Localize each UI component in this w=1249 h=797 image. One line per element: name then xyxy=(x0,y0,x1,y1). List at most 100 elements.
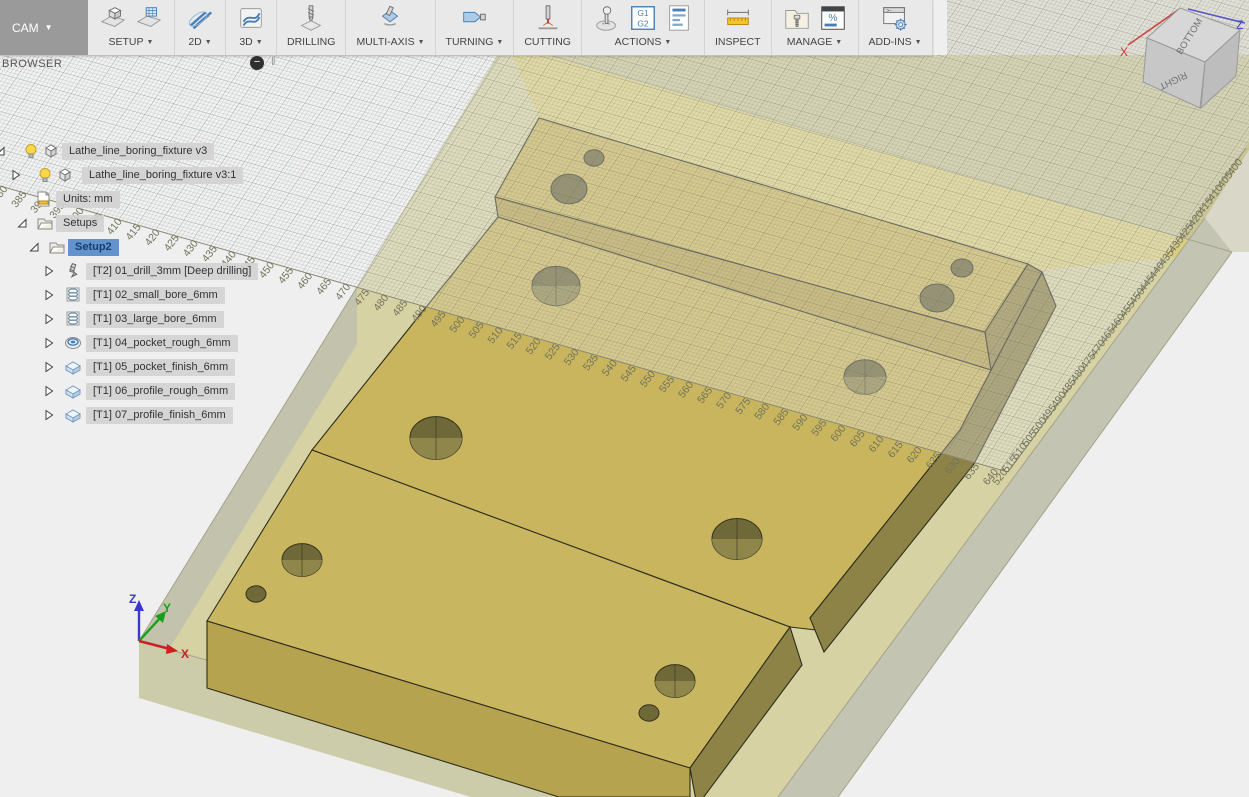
chevron-down-icon: ▼ xyxy=(496,39,503,46)
tree-row-8[interactable]: [T1] 03_large_bore_6mm xyxy=(0,309,57,329)
tree-row-1[interactable]: Lathe_line_boring_fixture v3 xyxy=(0,141,8,161)
chevron-down-icon: ▼ xyxy=(835,39,842,46)
svg-text:G1: G1 xyxy=(637,8,649,18)
tree-row-icons xyxy=(64,310,84,328)
tree-row-label: Lathe_line_boring_fixture v3 xyxy=(62,143,214,160)
drillop-icon xyxy=(64,262,82,280)
tree-row-icons xyxy=(64,382,84,400)
toolbar-icons xyxy=(98,2,164,34)
part-hole xyxy=(655,665,695,698)
tree-row-label: [T1] 02_small_bore_6mm xyxy=(86,287,225,304)
component-icon xyxy=(42,142,60,160)
tree-row-label: [T2] 01_drill_3mm [Deep drilling] xyxy=(86,263,258,280)
svg-text:%: % xyxy=(828,13,837,24)
toolbar-icons xyxy=(533,2,563,34)
expander-collapsed-icon[interactable] xyxy=(10,169,22,181)
toolbar-group-turning[interactable]: TURNING▼ xyxy=(436,0,515,55)
toolbar-icons xyxy=(296,2,326,34)
tree-row-label: Setups xyxy=(56,215,104,232)
document-icon xyxy=(34,190,52,208)
tree-row-icons xyxy=(64,334,84,352)
tree-row-icons xyxy=(64,358,84,376)
part-hole xyxy=(410,417,462,460)
toolbar-icons xyxy=(459,2,489,34)
toollib-icon xyxy=(782,3,812,33)
expander-collapsed-icon[interactable] xyxy=(43,265,55,277)
expander-expanded-icon[interactable] xyxy=(16,217,28,229)
expander-collapsed-icon[interactable] xyxy=(43,385,55,397)
tree-row-icons xyxy=(36,166,76,184)
pocketop-icon xyxy=(64,334,82,352)
tree-row-label: [T1] 06_profile_rough_6mm xyxy=(86,383,235,400)
millop-icon xyxy=(64,358,82,376)
toolbar-groups: SETUP▼ 2D▼ 3D▼ DRILLING MULTI-AXIS▼ TURN… xyxy=(88,0,933,55)
setup-new-icon xyxy=(98,3,128,33)
chevron-down-icon: ▼ xyxy=(205,39,212,46)
toolbar-icons xyxy=(185,2,215,34)
part-hole xyxy=(282,544,322,577)
tree-row-icons xyxy=(48,238,68,256)
part-hole xyxy=(639,705,659,721)
drilling-icon xyxy=(296,3,326,33)
expander-expanded-icon[interactable] xyxy=(28,241,40,253)
tree-row-6[interactable]: [T2] 01_drill_3mm [Deep drilling] xyxy=(0,261,57,281)
measure-icon xyxy=(723,3,753,33)
bulb-icon xyxy=(36,166,54,184)
millop-icon xyxy=(64,406,82,424)
toolbar-group-manage[interactable]: % MANAGE▼ xyxy=(772,0,859,55)
g1g2-icon: G1G2 xyxy=(628,3,658,33)
boreop-icon xyxy=(64,286,82,304)
svg-text:G2: G2 xyxy=(637,18,649,28)
browser-collapse-button[interactable]: − xyxy=(250,56,264,70)
toolbar-group-label: ACTIONS▼ xyxy=(615,36,672,48)
toolbar-group-2d[interactable]: 2D▼ xyxy=(175,0,226,55)
browser-title: BROWSER xyxy=(2,58,62,70)
toolbar-group-add-ins[interactable]: >- ADD-INS▼ xyxy=(859,0,933,55)
tree-row-label: Setup2 xyxy=(68,239,119,256)
toolbar-icons xyxy=(236,2,266,34)
toolbar-group-setup[interactable]: SETUP▼ xyxy=(88,0,175,55)
tree-row-label: [T1] 05_pocket_finish_6mm xyxy=(86,359,235,376)
turning-icon xyxy=(459,3,489,33)
tree-row-icons xyxy=(64,262,84,280)
browser-drag-handle[interactable]: ‖ xyxy=(271,56,276,68)
toolbar-group-3d[interactable]: 3D▼ xyxy=(226,0,277,55)
toolbar-group-label: INSPECT xyxy=(715,36,761,48)
expander-collapsed-icon[interactable] xyxy=(43,313,55,325)
expander-collapsed-icon[interactable] xyxy=(43,337,55,349)
tree-row-9[interactable]: [T1] 04_pocket_rough_6mm xyxy=(0,333,57,353)
setupsheet-icon xyxy=(664,3,694,33)
toolbar-group-cutting[interactable]: CUTTING xyxy=(514,0,582,55)
expander-collapsed-icon[interactable] xyxy=(43,409,55,421)
tree-row-label: [T1] 04_pocket_rough_6mm xyxy=(86,335,238,352)
addins-icon: >- xyxy=(880,3,910,33)
tree-row-10[interactable]: [T1] 05_pocket_finish_6mm xyxy=(0,357,57,377)
triad-x-label: X xyxy=(181,647,189,661)
tree-row-12[interactable]: [T1] 07_profile_finish_6mm xyxy=(0,405,57,425)
triad-y-label: Y xyxy=(163,601,171,615)
tree-row-2[interactable]: Lathe_line_boring_fixture v3:1 xyxy=(0,165,24,185)
toolbar-icons: % xyxy=(782,2,848,34)
chevron-down-icon: ▼ xyxy=(256,39,263,46)
toolbar-group-drilling[interactable]: DRILLING xyxy=(277,0,346,55)
tree-row-icons xyxy=(64,406,84,424)
toolbar: CAM ▼ SETUP▼ 2D▼ 3D▼ DRILLING MULTI-AXIS… xyxy=(0,0,933,56)
toolbar-group-multi-axis[interactable]: MULTI-AXIS▼ xyxy=(346,0,435,55)
tree-row-label: Units: mm xyxy=(56,191,120,208)
toolbar-group-label: CUTTING xyxy=(524,36,571,48)
expander-collapsed-icon[interactable] xyxy=(43,289,55,301)
tree-row-11[interactable]: [T1] 06_profile_rough_6mm xyxy=(0,381,57,401)
expander-collapsed-icon[interactable] xyxy=(43,361,55,373)
cutting-icon xyxy=(533,3,563,33)
tree-row-icons xyxy=(36,214,56,232)
workspace-switcher[interactable]: CAM ▼ xyxy=(0,0,88,55)
toolbar-group-actions[interactable]: G1G2 ACTIONS▼ xyxy=(582,0,705,55)
tree-row-label: [T1] 07_profile_finish_6mm xyxy=(86,407,233,424)
expander-expanded-icon[interactable] xyxy=(0,145,6,157)
tree-row-5[interactable]: Setup2 xyxy=(0,237,42,257)
tree-row-label: [T1] 03_large_bore_6mm xyxy=(86,311,224,328)
component-icon xyxy=(56,166,74,184)
toolbar-group-inspect[interactable]: INSPECT xyxy=(705,0,772,55)
tree-row-7[interactable]: [T1] 02_small_bore_6mm xyxy=(0,285,57,305)
tree-row-4[interactable]: Setups xyxy=(0,213,30,233)
